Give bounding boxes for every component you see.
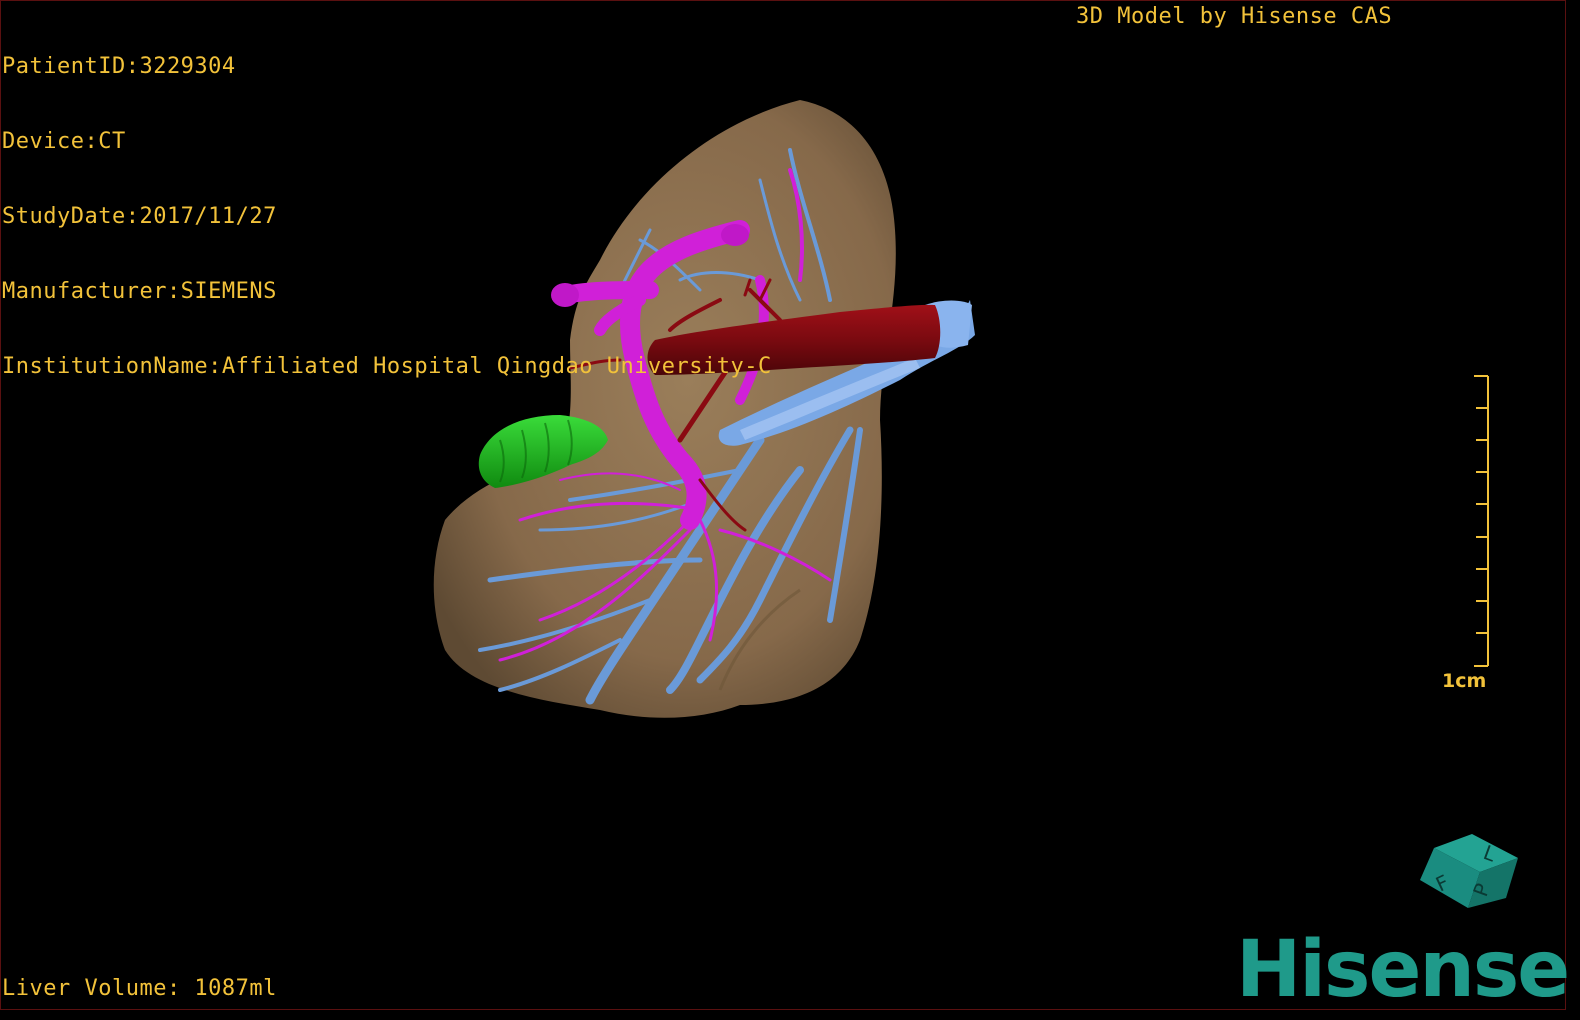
liver-volume-text: Liver Volume: 1087ml xyxy=(2,976,277,1001)
orientation-cube-icon[interactable]: F L P xyxy=(1410,828,1525,938)
dicom-info-panel: PatientID:3229304 Device:CT StudyDate:20… xyxy=(2,4,772,404)
manufacturer-text: Manufacturer:SIEMENS xyxy=(2,279,277,304)
institution-text: InstitutionName:Affiliated Hospital Qing… xyxy=(2,354,772,379)
model-caption: 3D Model by Hisense CAS xyxy=(1076,4,1393,29)
patient-id-text: PatientID:3229304 xyxy=(2,54,236,79)
device-text: Device:CT xyxy=(2,129,126,154)
scale-bar xyxy=(1474,375,1489,667)
hisense-logo: Hisense xyxy=(1236,925,1570,1015)
scale-bar-label: 1cm xyxy=(1442,670,1487,692)
study-date-text: StudyDate:2017/11/27 xyxy=(2,204,277,229)
